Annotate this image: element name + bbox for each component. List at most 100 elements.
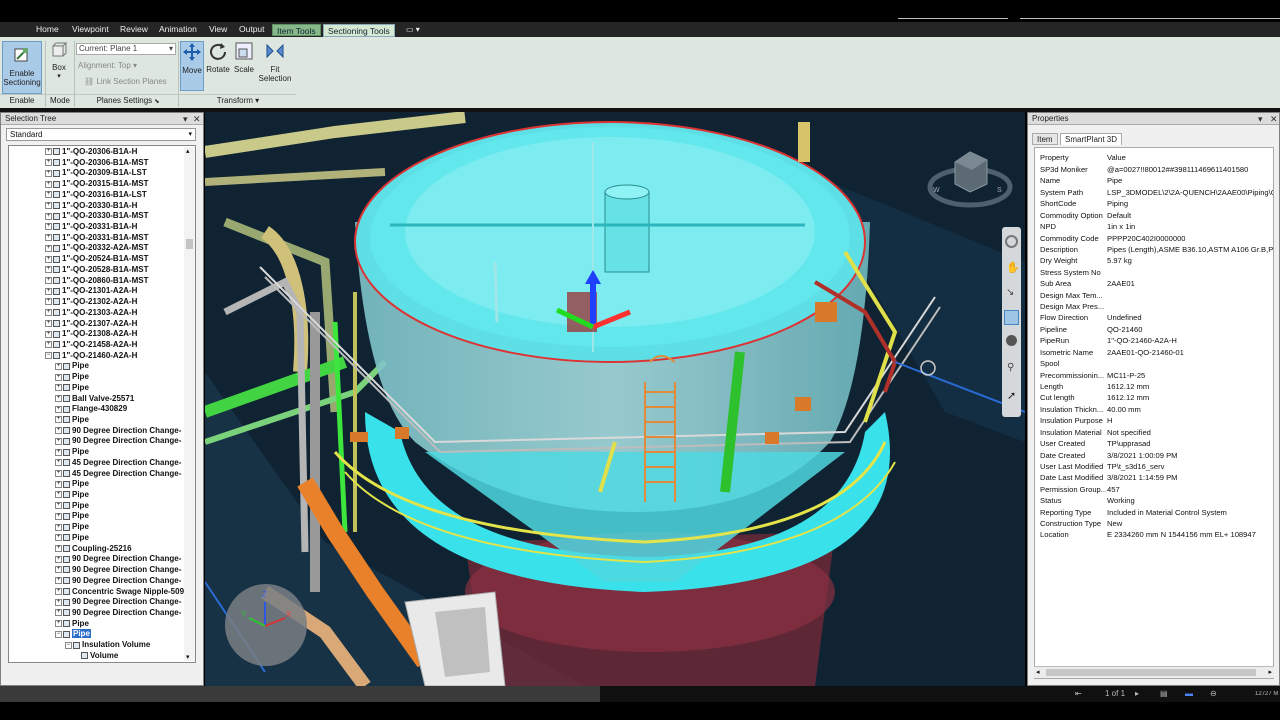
- property-row[interactable]: NPD 1in x 1in: [1035, 221, 1273, 232]
- tree-item[interactable]: +1"-QO-21458-A2A-H: [45, 340, 137, 351]
- close-icon[interactable]: ✕: [1270, 113, 1278, 125]
- tree-scrollbar[interactable]: ▴ ▾: [184, 147, 195, 661]
- tree-item[interactable]: + Pipe: [55, 479, 89, 490]
- expand-icon[interactable]: +: [55, 394, 62, 402]
- enable-sectioning-button[interactable]: Enable Sectioning: [2, 41, 42, 94]
- property-row[interactable]: Precommissionin... MC11-P-25: [1035, 370, 1273, 381]
- pan-icon[interactable]: ✋: [1006, 261, 1020, 274]
- tree-item[interactable]: + Pipe: [55, 533, 89, 544]
- properties-hscrollbar[interactable]: ◂ ▸: [1034, 666, 1274, 678]
- property-row[interactable]: Isometric Name 2AAE01-QO-21460-01: [1035, 347, 1273, 358]
- expand-icon[interactable]: +: [55, 620, 62, 628]
- property-row[interactable]: Sub Area 2AAE01: [1035, 278, 1273, 289]
- property-row[interactable]: Construction Type New: [1035, 518, 1273, 529]
- select-icon[interactable]: ➚: [1007, 389, 1016, 402]
- link-section-planes-button[interactable]: ⛓ Link Section Planes: [84, 77, 167, 86]
- expand-icon[interactable]: +: [55, 437, 62, 445]
- collapse-icon[interactable]: −: [55, 630, 62, 638]
- tree-item[interactable]: + Pipe: [55, 619, 89, 630]
- expand-icon[interactable]: +: [45, 277, 52, 285]
- property-row[interactable]: ShortCode Piping: [1035, 198, 1273, 209]
- property-row[interactable]: Reporting Type Included in Material Contr…: [1035, 507, 1273, 518]
- expand-icon[interactable]: +: [55, 459, 62, 467]
- first-page-icon[interactable]: ⇤: [1075, 689, 1082, 698]
- expand-icon[interactable]: +: [55, 469, 62, 477]
- property-row[interactable]: Design Max Pres...: [1035, 301, 1273, 312]
- scroll-right-icon[interactable]: ▸: [1268, 668, 1272, 676]
- property-row[interactable]: Status Working: [1035, 495, 1273, 506]
- tab-home[interactable]: Home: [32, 22, 63, 37]
- sheet-browser-icon[interactable]: ▤: [1160, 689, 1168, 698]
- expand-icon[interactable]: +: [45, 180, 52, 188]
- tab-review[interactable]: Review: [116, 22, 152, 37]
- tree-item[interactable]: + Pipe: [55, 501, 89, 512]
- property-row[interactable]: User Created TP\upprasad: [1035, 438, 1273, 449]
- expand-icon[interactable]: +: [55, 598, 62, 606]
- tree-item[interactable]: +90 Degree Direction Change-: [55, 565, 181, 576]
- tree-item[interactable]: + Coupling-25216: [55, 544, 132, 555]
- collapse-icon[interactable]: −: [45, 352, 52, 360]
- property-row[interactable]: Name Pipe: [1035, 175, 1273, 186]
- pin-icon[interactable]: ▾: [1258, 113, 1263, 125]
- tree-item[interactable]: +1"-QO-20860-B1A-MST: [45, 276, 148, 287]
- property-row[interactable]: Insulation Purpose H: [1035, 415, 1273, 426]
- expand-icon[interactable]: +: [45, 330, 52, 338]
- scale-button[interactable]: Scale: [232, 41, 256, 91]
- property-row[interactable]: Date Last Modified 3/8/2021 1:14:59 PM: [1035, 472, 1273, 483]
- expand-icon[interactable]: +: [55, 384, 62, 392]
- property-row[interactable]: Cut length 1612.12 mm: [1035, 392, 1273, 403]
- viewcube[interactable]: W S: [925, 132, 1015, 212]
- expand-icon[interactable]: +: [55, 362, 62, 370]
- expand-icon[interactable]: +: [55, 373, 62, 381]
- expand-icon[interactable]: +: [55, 405, 62, 413]
- expand-icon[interactable]: +: [55, 523, 62, 531]
- expand-icon[interactable]: +: [45, 298, 52, 306]
- tree-item[interactable]: + Concentric Swage Nipple-509: [55, 587, 184, 598]
- tree-item[interactable]: +1"-QO-20330-B1A-MST: [45, 211, 148, 222]
- property-row[interactable]: PipeRun 1"-QO-21460-A2A-H: [1035, 335, 1273, 346]
- current-plane-select[interactable]: Current: Plane 1 ▾: [76, 43, 176, 55]
- box-dropdown-icon[interactable]: ▾: [47, 72, 71, 80]
- group-transform[interactable]: Transform ▾: [180, 95, 296, 108]
- orbit-icon[interactable]: [1004, 310, 1019, 325]
- expand-icon[interactable]: +: [45, 309, 52, 317]
- tree-item[interactable]: + Flange-430829: [55, 404, 127, 415]
- tree-item[interactable]: +90 Degree Direction Change-: [55, 554, 181, 565]
- property-row[interactable]: Insulation Material Not specified: [1035, 427, 1273, 438]
- tree-item[interactable]: + Pipe: [55, 383, 89, 394]
- property-row[interactable]: Commodity Code PPPP20C402I0000000: [1035, 233, 1273, 244]
- rotate-button[interactable]: Rotate: [205, 41, 231, 91]
- tree-item[interactable]: + Pipe: [55, 372, 89, 383]
- tab-item-tools[interactable]: Item Tools: [272, 24, 321, 36]
- expand-icon[interactable]: +: [55, 427, 62, 435]
- tree-item[interactable]: +45 Degree Direction Change-: [55, 458, 181, 469]
- move-button[interactable]: Move: [180, 41, 204, 91]
- property-row[interactable]: Dry Weight 5.97 kg: [1035, 255, 1273, 266]
- tree-item[interactable]: +1"-QO-20306-B1A-H: [45, 147, 137, 158]
- tab-smartplant-3d[interactable]: SmartPlant 3D: [1060, 133, 1123, 145]
- tree-item[interactable]: + Pipe: [55, 415, 89, 426]
- property-row[interactable]: Date Created 3/8/2021 1:00:09 PM: [1035, 450, 1273, 461]
- collapse-icon[interactable]: −: [65, 641, 72, 649]
- expand-icon[interactable]: +: [45, 191, 52, 199]
- tab-output[interactable]: Output: [235, 22, 269, 37]
- walk-icon[interactable]: ⚲: [1007, 362, 1014, 373]
- scroll-thumb[interactable]: [186, 239, 193, 249]
- expand-icon[interactable]: +: [55, 577, 62, 585]
- tree-item[interactable]: + Ball Valve-25571: [55, 394, 134, 405]
- property-row[interactable]: Spool: [1035, 358, 1273, 369]
- tree-item[interactable]: +1"-QO-20528-B1A-MST: [45, 265, 148, 276]
- close-icon[interactable]: ✕: [193, 113, 201, 125]
- expand-icon[interactable]: +: [45, 234, 52, 242]
- quick-access-dropdown-icon[interactable]: ▭ ▾: [402, 22, 424, 37]
- selection-tree-filter-select[interactable]: Standard ▾: [6, 128, 196, 141]
- scroll-up-icon[interactable]: ▴: [186, 147, 190, 155]
- expand-icon[interactable]: +: [55, 545, 62, 553]
- expand-icon[interactable]: +: [45, 159, 52, 167]
- tree-item[interactable]: + Pipe: [55, 511, 89, 522]
- property-row[interactable]: System Path LSP_3DMODEL\2\2A-QUENCH\2AAE0…: [1035, 187, 1273, 198]
- tree-item[interactable]: +1"-QO-20331-B1A-H: [45, 222, 137, 233]
- tree-item[interactable]: − Insulation Volume: [65, 640, 150, 651]
- expand-icon[interactable]: +: [55, 555, 62, 563]
- tree-item[interactable]: + Pipe: [55, 447, 89, 458]
